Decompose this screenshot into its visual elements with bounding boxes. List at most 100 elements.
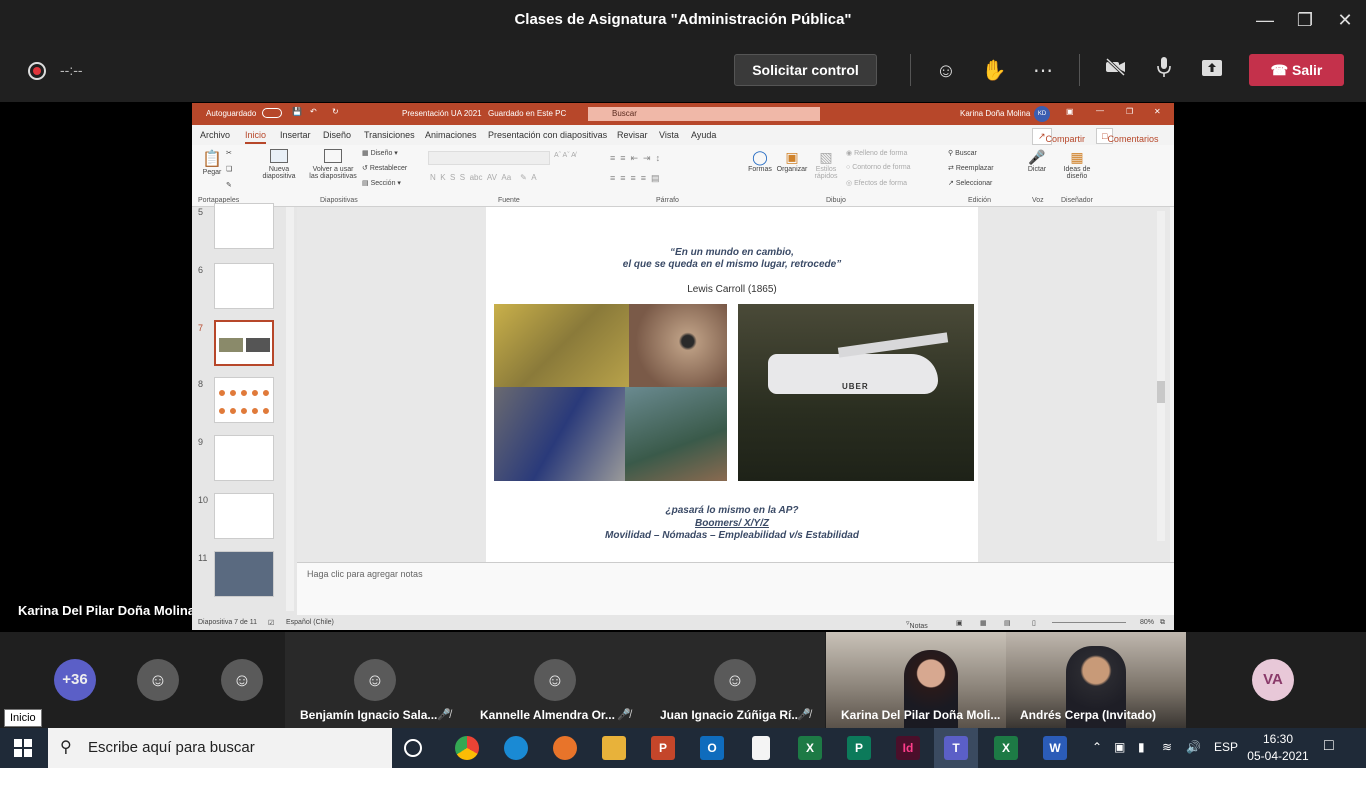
tab-inicio[interactable]: Inicio <box>245 130 267 144</box>
participant-tile[interactable]: ☺ Juan Ignacio Zúñiga Rí... 🎤̸ <box>645 632 825 728</box>
participant-video-tile[interactable]: Karina Del Pilar Doña Moli... <box>826 632 1006 728</box>
slide-scrollbar-thumb[interactable] <box>1157 381 1165 403</box>
font-size-icons[interactable]: Aˆ Aˇ A̸ <box>554 152 576 159</box>
align-icons[interactable]: ≡ ≡ ≡ ≡ ▤ <box>610 173 660 184</box>
normal-view-icon[interactable]: ▣ <box>956 619 963 627</box>
more-options-icon[interactable]: ⋯ <box>1028 56 1058 86</box>
section-button[interactable]: ▤ Sección ▾ <box>362 179 401 187</box>
share-screen-icon[interactable] <box>1197 56 1227 86</box>
language-status[interactable]: Español (Chile) <box>286 619 334 626</box>
tab-presentacion[interactable]: Presentación con diapositivas <box>488 130 607 140</box>
teams-icon[interactable]: T <box>944 736 968 760</box>
participant-video-tile[interactable]: Andrés Cerpa (Invitado) <box>1006 632 1186 728</box>
firefox-icon[interactable] <box>553 736 577 760</box>
request-control-button[interactable]: Solicitar control <box>734 54 877 86</box>
design-ideas-button[interactable]: ▦ Ideas de diseño <box>1060 149 1094 180</box>
dictate-button[interactable]: 🎤 Dictar <box>1026 149 1048 173</box>
shape-effects-button[interactable]: ◎ Efectos de forma <box>846 179 907 187</box>
taskbar-clock[interactable]: 16:30 05-04-2021 <box>1240 731 1316 765</box>
reading-view-icon[interactable]: ▤ <box>1004 619 1011 627</box>
ppt-close-icon[interactable]: ✕ <box>1154 107 1161 116</box>
wifi-icon[interactable]: ≋ <box>1162 740 1172 754</box>
spellcheck-icon[interactable]: ☑ <box>268 619 274 627</box>
leave-button[interactable]: ☎ Salir <box>1249 54 1344 86</box>
excel-icon-2[interactable]: X <box>994 736 1018 760</box>
layout-button[interactable]: ▦ Diseño ▾ <box>362 149 398 157</box>
word-icon[interactable]: W <box>1043 736 1067 760</box>
redo-icon[interactable]: ↻ <box>332 107 339 116</box>
shapes-button[interactable]: ◯ Formas <box>746 149 774 173</box>
tab-diseno[interactable]: Diseño <box>323 130 351 140</box>
ppt-restore-icon[interactable]: ❐ <box>1126 107 1133 116</box>
cortana-icon[interactable] <box>404 739 422 757</box>
slide-thumbnail-11[interactable] <box>214 551 274 597</box>
tab-animaciones[interactable]: Animaciones <box>425 130 477 140</box>
tab-transiciones[interactable]: Transiciones <box>364 130 415 140</box>
minimize-icon[interactable]: — <box>1253 8 1277 32</box>
paste-button[interactable]: 📋 Pegar <box>200 149 224 176</box>
input-language[interactable]: ESP <box>1214 740 1238 754</box>
tab-ayuda[interactable]: Ayuda <box>691 130 716 140</box>
current-slide[interactable]: “En un mundo en cambio, el que se queda … <box>486 207 978 562</box>
copy-icon[interactable]: ❏ <box>226 165 232 173</box>
raise-hand-icon[interactable]: ✋ <box>979 56 1009 86</box>
notes-toggle[interactable]: ▿ Notas <box>906 619 928 630</box>
participant-tile[interactable]: ☺ Kannelle Almendra Or... 🎤̸ <box>465 632 645 728</box>
slide-sorter-icon[interactable]: ▦ <box>980 619 987 627</box>
powerpoint-window[interactable]: Autoguardado 💾 ↶ ↻ Presentación UA 2021 … <box>192 103 1174 630</box>
zoom-level[interactable]: 80% <box>1140 619 1154 626</box>
new-slide-button[interactable]: Nueva diapositiva <box>258 149 300 180</box>
tab-vista[interactable]: Vista <box>659 130 679 140</box>
publisher-icon[interactable]: P <box>847 736 871 760</box>
slide-thumbnail-10[interactable] <box>214 493 274 539</box>
tray-chevron-icon[interactable]: ⌃ <box>1092 740 1102 754</box>
font-name-input[interactable] <box>428 151 550 165</box>
select-button[interactable]: ↗ Seleccionar <box>948 179 992 187</box>
list-icons[interactable]: ≡ ≡ ⇤ ⇥ ↕ <box>610 153 660 164</box>
restore-icon[interactable]: ❐ <box>1293 8 1317 32</box>
chrome-icon[interactable] <box>455 736 479 760</box>
undo-icon[interactable]: ↶ <box>310 107 317 116</box>
overflow-participants-button[interactable]: +36 <box>54 659 96 701</box>
windows-start-icon[interactable] <box>14 739 32 757</box>
tab-archivo[interactable]: Archivo <box>200 130 230 140</box>
autosave-toggle[interactable] <box>262 108 282 118</box>
participant-initials-avatar[interactable]: VA <box>1252 659 1294 701</box>
excel-icon[interactable]: X <box>798 736 822 760</box>
reuse-slides-button[interactable]: Volver a usar las diapositivas <box>306 149 360 180</box>
microphone-icon[interactable] <box>1149 56 1179 86</box>
edge-icon[interactable] <box>504 736 528 760</box>
participants-icon[interactable]: ☺ <box>931 56 961 86</box>
font-style-icons[interactable]: N K S S abc AV Aa ✎ A <box>430 173 537 182</box>
slide-thumbnail-8[interactable] <box>214 377 274 423</box>
participant-tile[interactable]: ☺ Benjamín Ignacio Sala... 🎤̸ <box>285 632 465 728</box>
tray-app-icon[interactable]: ▣ <box>1114 740 1125 754</box>
outlook-icon[interactable]: O <box>700 736 724 760</box>
notes-pane[interactable]: Haga clic para agregar notas <box>297 562 1174 615</box>
quick-styles-button[interactable]: ▧ Estilos rápidos <box>812 149 840 180</box>
format-painter-icon[interactable]: ✎ <box>226 181 232 189</box>
notepad-icon[interactable] <box>752 736 770 760</box>
replace-button[interactable]: ⇄ Reemplazar <box>948 164 994 172</box>
slide-thumbnail-7[interactable] <box>214 320 274 366</box>
indesign-icon[interactable]: Id <box>896 736 920 760</box>
volume-icon[interactable]: 🔊 <box>1186 740 1201 754</box>
shape-outline-button[interactable]: ○ Contorno de forma <box>846 164 911 171</box>
thumbnail-scrollbar[interactable] <box>286 207 294 611</box>
slide-thumbnail-9[interactable] <box>214 435 274 481</box>
tab-insertar[interactable]: Insertar <box>280 130 311 140</box>
comments-button[interactable]: □ Comentarios <box>1096 128 1158 144</box>
save-icon[interactable]: 💾 <box>292 107 302 116</box>
ribbon-display-icon[interactable]: ▣ <box>1066 107 1074 116</box>
battery-icon[interactable]: ▮ <box>1138 740 1145 754</box>
fit-to-window-icon[interactable]: ⧉ <box>1160 619 1165 627</box>
reset-button[interactable]: ↺ Restablecer <box>362 164 407 172</box>
slide-thumbnail-5[interactable] <box>214 203 274 249</box>
find-button[interactable]: ⚲ Buscar <box>948 149 977 157</box>
slideshow-icon[interactable]: ▯ <box>1032 619 1036 627</box>
slide-thumbnail-6[interactable] <box>214 263 274 309</box>
tab-revisar[interactable]: Revisar <box>617 130 648 140</box>
ppt-user-avatar[interactable]: KD <box>1034 106 1050 122</box>
ppt-search-input[interactable]: Buscar <box>588 107 820 121</box>
powerpoint-icon[interactable]: P <box>651 736 675 760</box>
